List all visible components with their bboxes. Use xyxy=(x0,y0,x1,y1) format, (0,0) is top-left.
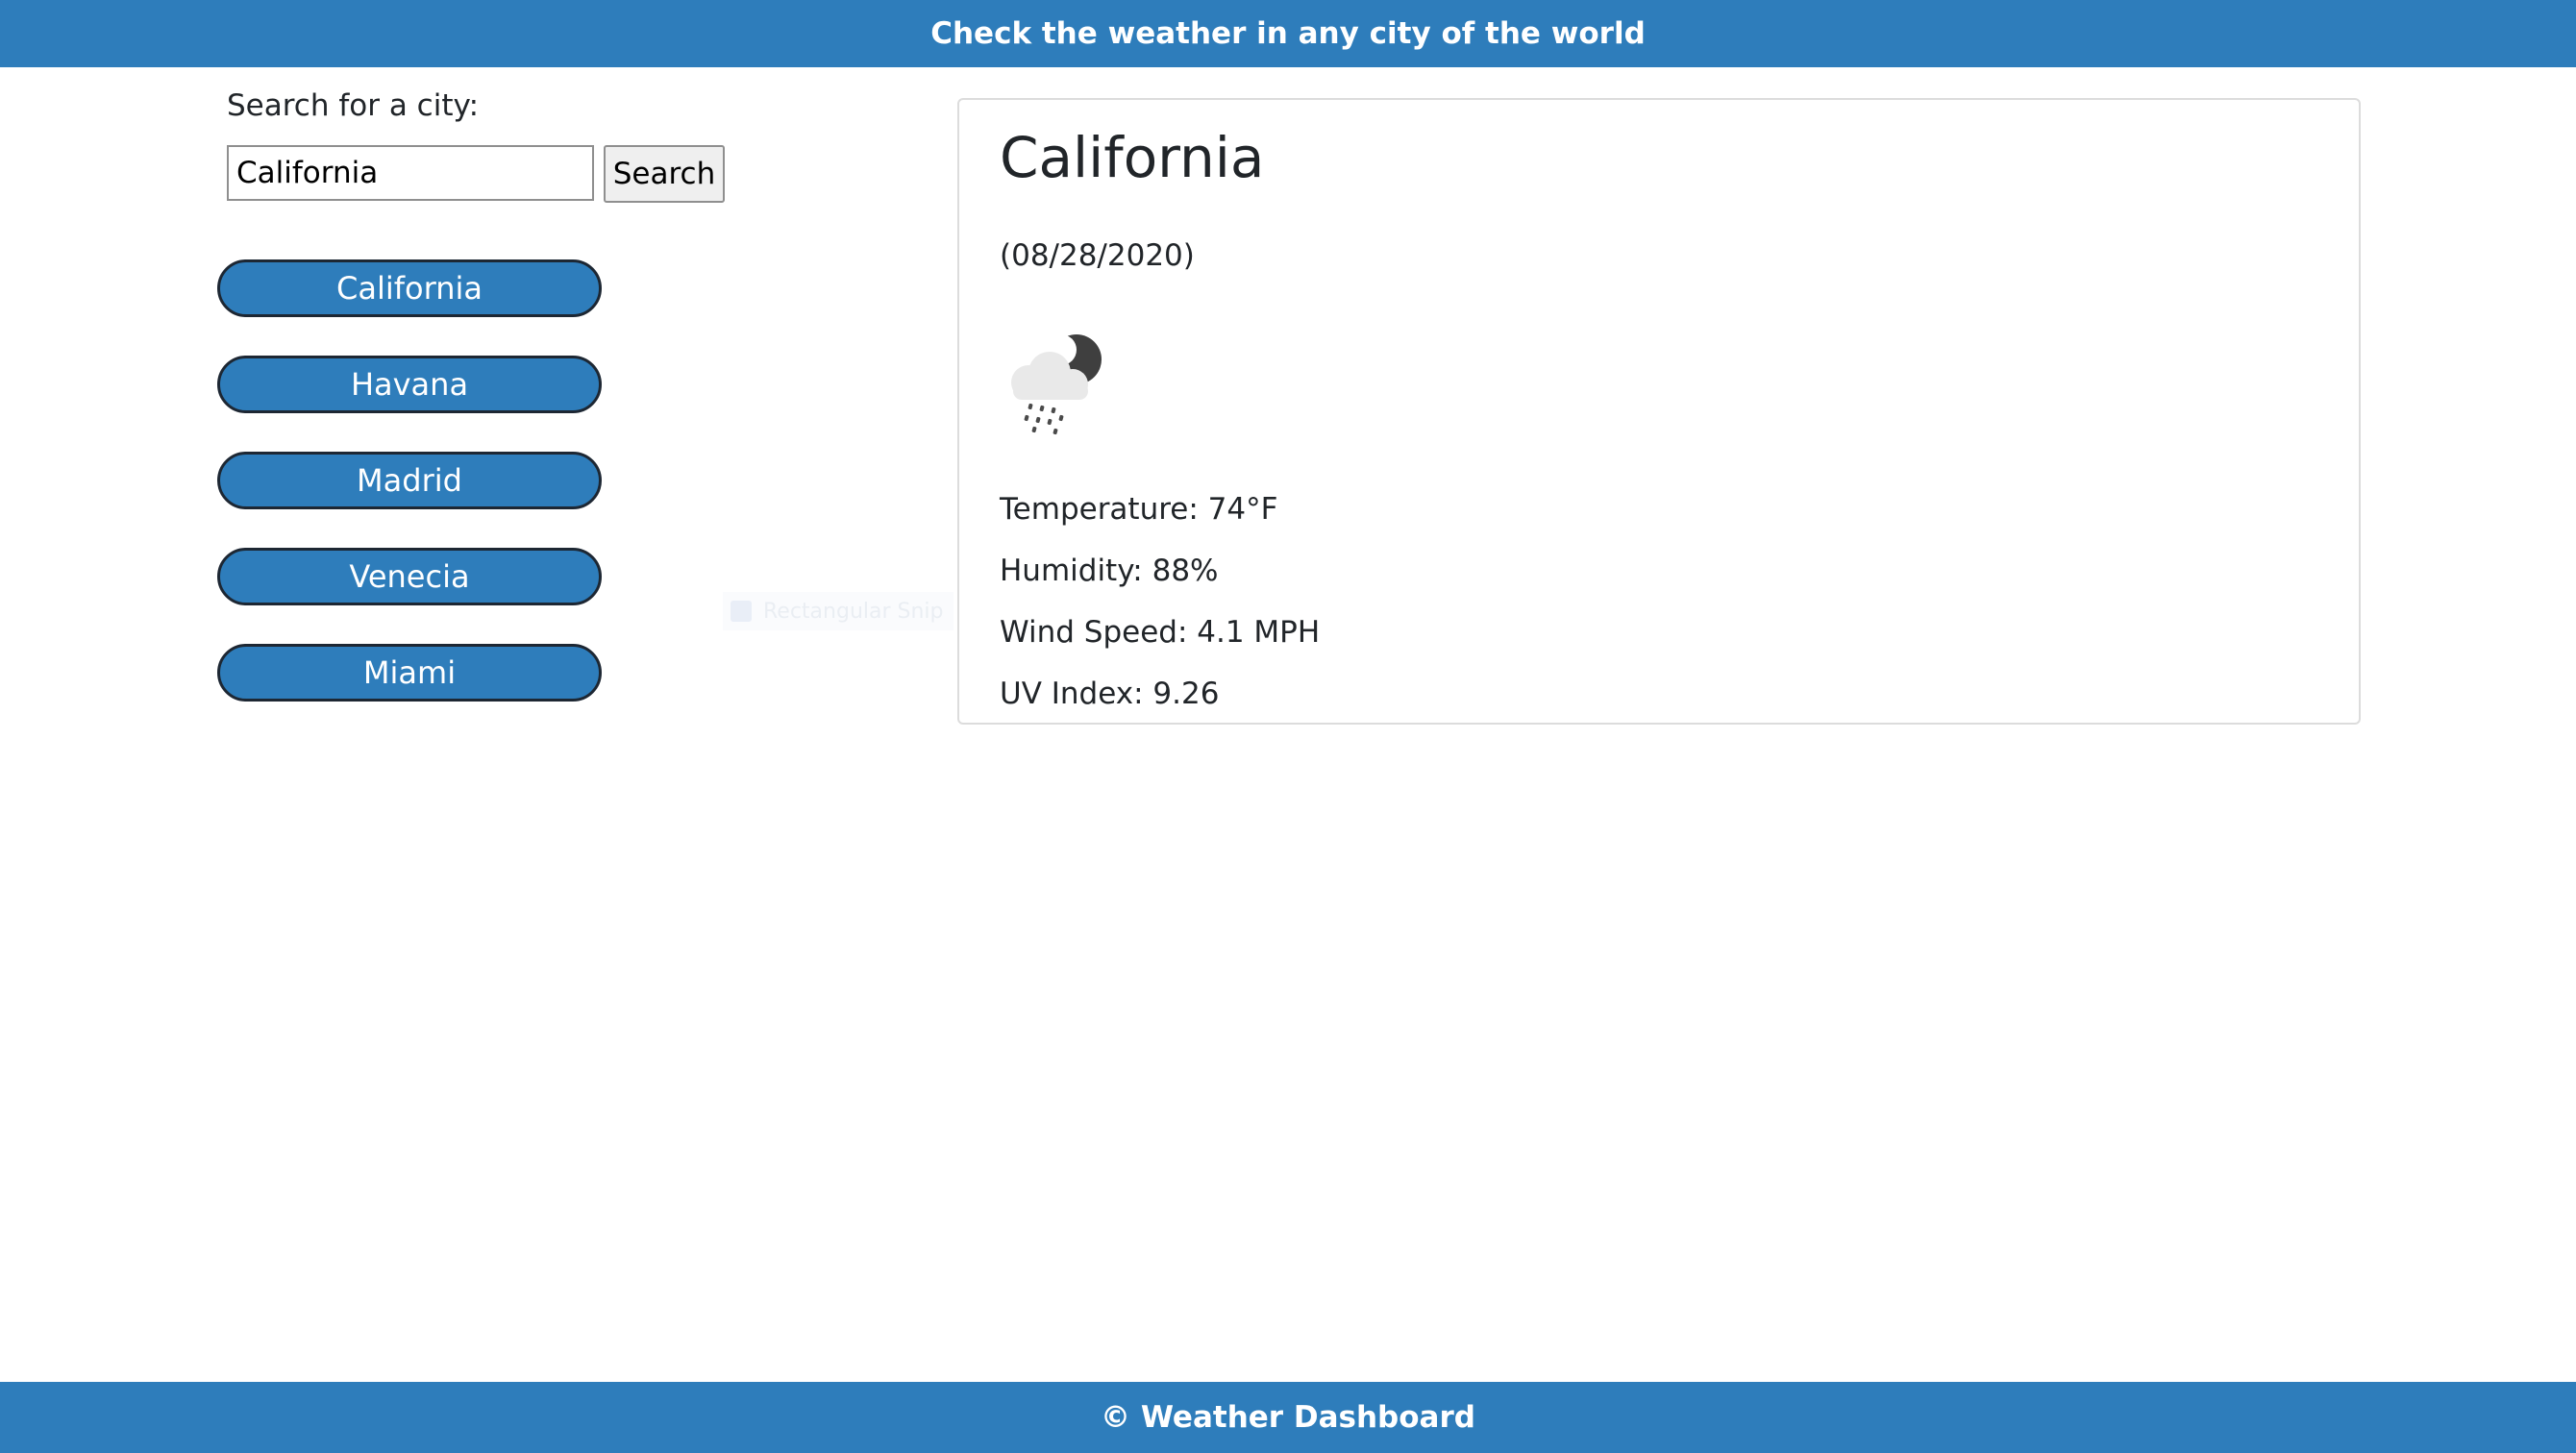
city-button-miami[interactable]: Miami xyxy=(217,644,602,702)
night-rain-cloud-icon xyxy=(1000,323,1115,438)
weather-city-name: California xyxy=(1000,125,1265,190)
page: Check the weather in any city of the wor… xyxy=(0,0,2576,1453)
header-title: Check the weather in any city of the wor… xyxy=(930,16,1646,51)
page-header: Check the weather in any city of the wor… xyxy=(0,0,2576,67)
snip-tooltip: Rectangular Snip xyxy=(723,592,954,630)
search-button[interactable]: Search xyxy=(604,145,725,203)
city-button-havana[interactable]: Havana xyxy=(217,356,602,413)
snip-tooltip-label: Rectangular Snip xyxy=(763,599,944,624)
search-input[interactable] xyxy=(227,145,594,201)
weather-date: (08/28/2020) xyxy=(1000,238,1195,273)
snip-icon xyxy=(731,601,752,622)
page-footer: © Weather Dashboard xyxy=(0,1382,2576,1453)
weather-temperature: Temperature: 74°F xyxy=(1000,492,1278,527)
city-history-list: California Havana Madrid Venecia Miami xyxy=(217,259,602,740)
weather-humidity: Humidity: 88% xyxy=(1000,554,1219,588)
weather-wind-speed: Wind Speed: 4.1 MPH xyxy=(1000,615,1321,650)
city-button-california[interactable]: California xyxy=(217,259,602,317)
current-weather-card: California (08/28/2020) Temperature: 74°… xyxy=(957,98,2361,725)
search-label: Search for a city: xyxy=(227,88,480,123)
city-button-venecia[interactable]: Venecia xyxy=(217,548,602,605)
city-button-madrid[interactable]: Madrid xyxy=(217,452,602,509)
weather-uv-index: UV Index: 9.26 xyxy=(1000,677,1220,711)
footer-text: © Weather Dashboard xyxy=(1101,1400,1475,1435)
